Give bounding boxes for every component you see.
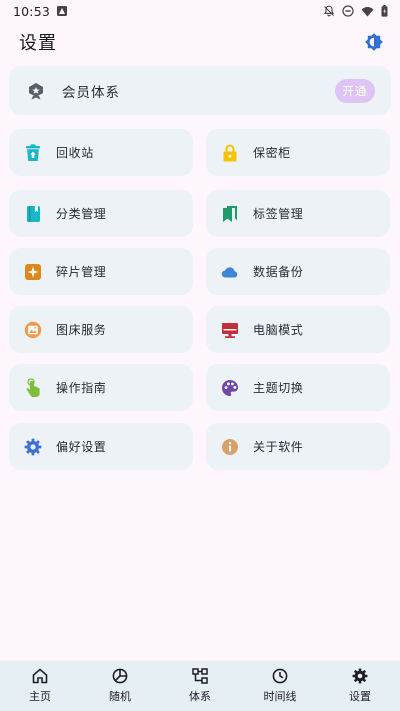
- tile-label: 主题切换: [253, 381, 304, 395]
- home-icon: [32, 668, 48, 684]
- tile-label: 操作指南: [56, 381, 107, 395]
- gear-icon: [352, 668, 368, 684]
- cloud-icon: [221, 263, 239, 281]
- tile-tag-management[interactable]: 标签管理: [206, 190, 390, 237]
- notebook-icon: [24, 205, 42, 223]
- tile-computer-mode[interactable]: 电脑模式: [206, 306, 390, 353]
- image-icon: [24, 321, 42, 339]
- nav-item-timeline[interactable]: 时间线: [240, 661, 320, 711]
- clock-icon: [272, 668, 288, 684]
- nav-item-settings[interactable]: 设置: [320, 661, 400, 711]
- do-not-disturb-icon: [342, 5, 354, 17]
- member-card[interactable]: 会员体系 开通: [9, 66, 391, 115]
- bottom-navigation: 主页 随机 体系 时间线 设置: [0, 661, 400, 711]
- nav-item-system[interactable]: 体系: [160, 661, 240, 711]
- nav-label: 设置: [349, 690, 371, 703]
- open-membership-button[interactable]: 开通: [335, 78, 375, 103]
- tile-label: 回收站: [56, 146, 94, 160]
- tile-theme-switch[interactable]: 主题切换: [206, 364, 390, 411]
- tile-label: 碎片管理: [56, 265, 107, 279]
- bookmark-icon: [221, 205, 239, 223]
- page-title: 设置: [19, 33, 57, 54]
- tile-preferences[interactable]: 偏好设置: [9, 423, 193, 470]
- tile-safe-box[interactable]: 保密柜: [206, 129, 390, 176]
- wifi-icon: [361, 6, 374, 16]
- nav-label: 主页: [29, 690, 51, 703]
- status-time: 10:53: [13, 3, 51, 19]
- tile-fragment-management[interactable]: 碎片管理: [9, 248, 193, 295]
- tile-about[interactable]: 关于软件: [206, 423, 390, 470]
- nav-label: 随机: [109, 690, 131, 703]
- info-icon: [221, 438, 239, 456]
- tile-label: 保密柜: [253, 146, 291, 160]
- gear-icon: [24, 438, 42, 456]
- recycle-bin-icon: [24, 143, 42, 162]
- nav-item-home[interactable]: 主页: [0, 661, 80, 711]
- tile-label: 偏好设置: [56, 440, 107, 454]
- tile-label: 数据备份: [253, 265, 304, 279]
- nav-label: 时间线: [263, 690, 297, 703]
- app-header: 设置: [0, 26, 400, 58]
- computer-icon: [221, 321, 239, 339]
- tile-image-hosting[interactable]: 图床服务: [9, 306, 193, 353]
- status-icons: [323, 5, 388, 17]
- a-notification-icon: [57, 6, 68, 16]
- settings-screen: 10:53 设置 会员体系 开通 回收站 保密柜 分类管理 标签管理 碎片管理 …: [0, 0, 400, 711]
- tile-category-management[interactable]: 分类管理: [9, 190, 193, 237]
- tile-label: 分类管理: [56, 207, 107, 221]
- brightness-icon: [365, 33, 383, 51]
- palette-icon: [221, 379, 239, 397]
- tile-recycle-bin[interactable]: 回收站: [9, 129, 193, 176]
- tile-label: 标签管理: [253, 207, 304, 221]
- hierarchy-icon: [192, 668, 208, 684]
- theme-toggle-button[interactable]: [362, 30, 386, 54]
- tile-label: 电脑模式: [253, 323, 304, 337]
- status-bar: 10:53: [0, 0, 400, 22]
- member-label: 会员体系: [62, 84, 120, 101]
- tile-label: 关于软件: [253, 440, 304, 454]
- tile-label: 图床服务: [56, 323, 107, 337]
- random-icon: [112, 668, 128, 684]
- battery-icon: [381, 5, 388, 17]
- nav-item-random[interactable]: 随机: [80, 661, 160, 711]
- sparkle-icon: [24, 263, 42, 281]
- tile-data-backup[interactable]: 数据备份: [206, 248, 390, 295]
- lock-icon: [221, 144, 239, 162]
- tap-hand-icon: [24, 377, 42, 397]
- nav-label: 体系: [189, 690, 211, 703]
- tile-operation-guide[interactable]: 操作指南: [9, 364, 193, 411]
- vip-badge-icon: [29, 82, 43, 99]
- mute-bell-icon: [324, 5, 334, 17]
